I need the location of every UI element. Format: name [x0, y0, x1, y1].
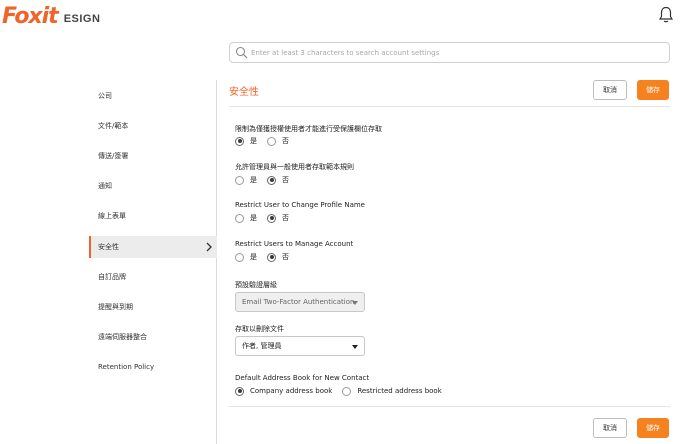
option-yes[interactable]: 是 [235, 213, 257, 223]
setting-label: Restrict User to Change Profile Name [235, 201, 365, 209]
app-header: Foxit ESIGN [0, 0, 680, 32]
option-label: 是 [250, 137, 257, 145]
sidebar-item-label: 提醒與到期 [98, 303, 133, 311]
sidebar-item-label: 安全性 [98, 243, 119, 251]
radio-yes[interactable] [235, 213, 244, 223]
option-label: Company address book [250, 387, 333, 395]
sidebar-item-remote-server[interactable]: 遠端伺服器整合 [89, 326, 217, 348]
logo-product: ESIGN [63, 12, 101, 25]
radio-no[interactable] [267, 136, 276, 146]
foxit-esign-logo[interactable]: Foxit ESIGN [2, 3, 100, 29]
sidebar-item-send-sign[interactable]: 傳送/簽署 [89, 145, 217, 167]
radio-company-address-book[interactable] [235, 386, 244, 396]
radio-yes[interactable] [235, 252, 244, 262]
search-input[interactable] [251, 43, 666, 62]
setting-profile-name-options: 是 否 [235, 212, 299, 224]
chevron-down-icon [352, 301, 358, 305]
sidebar-item-label: Retention Policy [98, 363, 155, 371]
sidebar-item-notifications[interactable]: 通知 [89, 175, 217, 197]
select-value: Email Two-Factor Authentication [242, 298, 355, 306]
settings-search[interactable] [229, 42, 670, 63]
save-button-bottom[interactable]: 儲存 [637, 418, 669, 438]
sidebar-item-retention-policy[interactable]: Retention Policy [89, 356, 217, 378]
option-restricted-address-book[interactable]: Restricted address book [342, 386, 442, 396]
option-label: 是 [250, 253, 257, 261]
logo-text: Foxit [2, 3, 59, 29]
sidebar-item-label: 文件/範本 [98, 122, 129, 130]
sidebar-item-security[interactable]: 安全性 [89, 236, 217, 258]
option-label: Restricted address book [357, 387, 442, 395]
sidebar-item-label: 公司 [98, 92, 112, 100]
divider [229, 106, 670, 107]
option-label: 是 [250, 214, 257, 222]
option-label: 否 [282, 137, 289, 145]
option-no[interactable]: 否 [267, 252, 289, 262]
radio-no[interactable] [267, 213, 276, 223]
option-label: 是 [250, 176, 257, 184]
sidebar-item-reminders-expiration[interactable]: 提醒與到期 [89, 296, 217, 318]
setting-protected-fields-options: 是 否 [235, 135, 299, 147]
option-no[interactable]: 否 [267, 213, 289, 223]
chevron-right-icon [206, 242, 212, 252]
chevron-down-icon [352, 345, 358, 349]
cancel-button-bottom[interactable]: 取消 [593, 418, 627, 438]
option-label: 否 [282, 253, 289, 261]
cancel-button[interactable]: 取消 [593, 80, 627, 100]
option-label: 否 [282, 214, 289, 222]
sidebar-item-company[interactable]: 公司 [89, 85, 217, 107]
sidebar-item-label: 線上表單 [98, 212, 126, 220]
sidebar-item-label: 遠端伺服器整合 [98, 333, 147, 341]
option-yes[interactable]: 是 [235, 136, 257, 146]
sidebar-item-label: 傳送/簽署 [98, 152, 129, 160]
default-auth-label: 預設驗證層級 [235, 281, 277, 289]
address-book-options: Company address book Restricted address … [235, 385, 452, 397]
setting-label: Restrict Users to Manage Account [235, 240, 354, 248]
radio-no[interactable] [267, 252, 276, 262]
option-no[interactable]: 否 [267, 136, 289, 146]
delete-access-select[interactable]: 作者, 管理員 [235, 336, 365, 356]
save-button[interactable]: 儲存 [637, 80, 669, 100]
default-auth-select: Email Two-Factor Authentication [235, 292, 365, 312]
sidebar-item-branding[interactable]: 自訂品牌 [89, 266, 217, 288]
setting-manage-account-options: 是 否 [235, 251, 299, 263]
search-icon [235, 46, 248, 59]
setting-label: 允許管理員與一般使用者存取範本規則 [235, 163, 354, 171]
delete-access-label: 存取以刪除文件 [235, 325, 284, 333]
bell-icon[interactable] [658, 6, 674, 24]
select-value: 作者, 管理員 [242, 342, 282, 350]
option-no[interactable]: 否 [267, 175, 289, 185]
option-label: 否 [282, 176, 289, 184]
option-company-address-book[interactable]: Company address book [235, 386, 333, 396]
radio-restricted-address-book[interactable] [342, 386, 352, 396]
sidebar-item-online-forms[interactable]: 線上表單 [89, 205, 217, 227]
sidebar-item-documents-templates[interactable]: 文件/範本 [89, 115, 217, 137]
option-yes[interactable]: 是 [235, 252, 257, 262]
radio-no[interactable] [267, 175, 276, 185]
setting-template-rules-options: 是 否 [235, 174, 299, 186]
setting-label: 限制為僅獲授權使用者才能進行受保護欄位存取 [235, 125, 382, 133]
divider [229, 406, 670, 407]
sidebar-item-label: 自訂品牌 [98, 273, 126, 281]
address-book-label: Default Address Book for New Contact [235, 374, 370, 382]
radio-yes[interactable] [235, 136, 244, 146]
settings-sidebar: 公司 文件/範本 傳送/簽署 通知 線上表單 安全性 自訂品牌 提醒與到期 遠端… [89, 80, 217, 444]
radio-yes[interactable] [235, 175, 244, 185]
page-title: 安全性 [229, 87, 259, 98]
sidebar-item-label: 通知 [98, 182, 112, 190]
option-yes[interactable]: 是 [235, 175, 257, 185]
